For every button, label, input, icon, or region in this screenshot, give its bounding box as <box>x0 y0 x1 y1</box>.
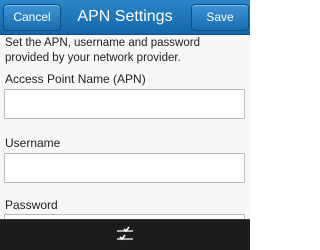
apn-settings-screen: Cancel APN Settings Save Set the APN, us… <box>0 0 250 250</box>
page-title: APN Settings <box>77 8 173 25</box>
username-label: Username <box>5 136 61 150</box>
bottom-action-bar <box>0 219 250 250</box>
menu-sliders-icon[interactable] <box>115 225 135 245</box>
title-bar: Cancel APN Settings Save <box>0 0 250 35</box>
apn-label: Access Point Name (APN) <box>5 72 146 86</box>
instructions-text: Set the APN, username and password provi… <box>5 37 200 64</box>
username-input[interactable] <box>4 153 245 183</box>
password-label: Password <box>5 198 58 212</box>
apn-input[interactable] <box>4 89 245 119</box>
cancel-button[interactable]: Cancel <box>3 4 61 31</box>
save-button[interactable]: Save <box>191 4 249 31</box>
